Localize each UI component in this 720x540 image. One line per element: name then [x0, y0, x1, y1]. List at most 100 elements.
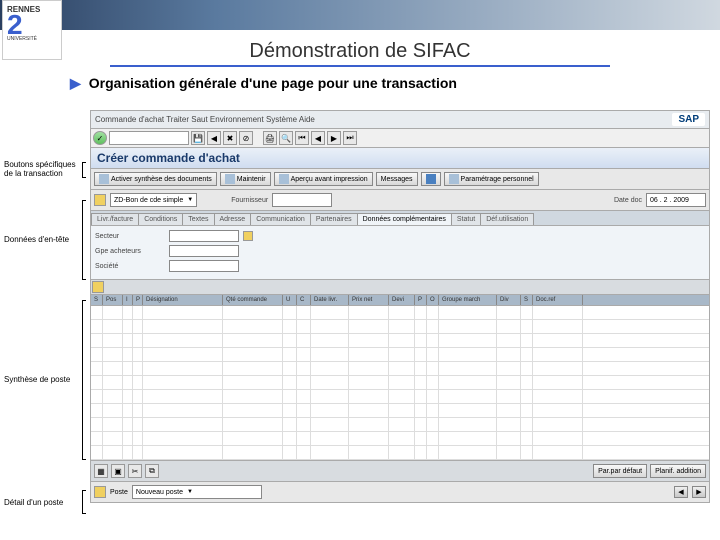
print-preview-button[interactable]: Aperçu avant impression [274, 172, 373, 186]
tool-icon[interactable]: ⧉ [145, 464, 159, 478]
item-prev-icon[interactable]: ◀ [674, 486, 688, 498]
brace-icon [82, 490, 86, 514]
tab-4[interactable]: Communication [250, 213, 311, 225]
item-next-icon[interactable]: ▶ [692, 486, 706, 498]
date-input[interactable] [646, 193, 706, 207]
tool-icon[interactable]: ▣ [111, 464, 125, 478]
grid-col-header[interactable]: Date livr. [311, 295, 349, 305]
grid-col-header[interactable]: Prix net [349, 295, 389, 305]
next-page-icon[interactable]: ▶ [327, 131, 341, 145]
info-icon [426, 174, 436, 184]
find-icon[interactable]: 🔍 [279, 131, 293, 145]
back-icon[interactable]: ◀ [207, 131, 221, 145]
field-label: Gpe acheteurs [95, 248, 165, 255]
pencil-icon [225, 174, 235, 184]
table-row[interactable] [91, 404, 709, 418]
sap-logo: SAP [672, 113, 705, 126]
table-row[interactable] [91, 446, 709, 460]
tool-icon[interactable]: ▦ [94, 464, 108, 478]
transaction-button-bar: Activer synthèse des documents Maintenir… [90, 169, 710, 190]
slide-title: Démonstration de SIFAC [0, 40, 720, 63]
command-field[interactable] [109, 131, 189, 145]
table-row[interactable] [91, 390, 709, 404]
group-input[interactable] [169, 245, 239, 257]
annotation-detail: Détail d'un poste [4, 498, 84, 507]
slide-header-strip [0, 0, 720, 30]
tab-1[interactable]: Conditions [138, 213, 183, 225]
enter-icon[interactable]: ✓ [93, 131, 107, 145]
default-params-button[interactable]: Par.par défaut [593, 464, 647, 478]
messages-button[interactable]: Messages [376, 172, 418, 186]
expand-header-icon[interactable] [94, 194, 106, 206]
field-label: Société [95, 263, 165, 270]
menu-bar: Commande d'achat Traiter Saut Environnem… [90, 110, 710, 129]
maintain-button[interactable]: Maintenir [220, 172, 271, 186]
vendor-label: Fournisseur [231, 197, 268, 204]
table-row[interactable] [91, 306, 709, 320]
title-block: Démonstration de SIFAC [0, 40, 720, 67]
date-label: Date doc [614, 197, 642, 204]
grid-col-header[interactable]: U [283, 295, 297, 305]
prev-page-icon[interactable]: ◀ [311, 131, 325, 145]
addl-planning-button[interactable]: Planif. addition [650, 464, 706, 478]
grid-col-header[interactable]: Pos [103, 295, 123, 305]
table-row[interactable] [91, 418, 709, 432]
print-icon[interactable]: 🖨 [263, 131, 277, 145]
tab-8[interactable]: Déf.utilisation [480, 213, 534, 225]
tab-7[interactable]: Statut [451, 213, 481, 225]
save-icon[interactable]: 💾 [191, 131, 205, 145]
grid-col-header[interactable]: Doc.ref [533, 295, 583, 305]
vendor-input[interactable] [272, 193, 332, 207]
grid-col-header[interactable]: Div [497, 295, 521, 305]
table-row[interactable] [91, 376, 709, 390]
sector-input[interactable] [169, 230, 239, 242]
chevron-down-icon: ▼ [187, 197, 193, 203]
brace-icon [82, 300, 86, 460]
grid-col-header[interactable]: C [297, 295, 311, 305]
grid-col-header[interactable]: P [415, 295, 427, 305]
rennes-logo: RENNES 2 UNIVERSITÉ [2, 0, 62, 60]
overview-button[interactable]: Activer synthèse des documents [94, 172, 217, 186]
table-row[interactable] [91, 320, 709, 334]
tab-0[interactable]: Livr./facture [91, 213, 139, 225]
personal-settings-button[interactable]: Paramétrage personnel [444, 172, 539, 186]
cancel-icon[interactable]: ⊘ [239, 131, 253, 145]
last-page-icon[interactable]: ⏭ [343, 131, 357, 145]
grid-col-header[interactable]: S [521, 295, 533, 305]
tab-3[interactable]: Adresse [214, 213, 252, 225]
brace-icon [82, 200, 86, 280]
help-icon[interactable] [243, 231, 253, 241]
item-dropdown[interactable]: Nouveau poste▼ [132, 485, 262, 499]
expand-items-icon[interactable] [92, 281, 104, 293]
grid-col-header[interactable]: Qté commande [223, 295, 283, 305]
grid-col-header[interactable]: Groupe march [439, 295, 497, 305]
annotation-header-data: Données d'en-tête [4, 235, 84, 244]
doc-type-dropdown[interactable]: ZD-Bon de cde simple▼ [110, 193, 197, 207]
tab-2[interactable]: Textes [182, 213, 214, 225]
table-row[interactable] [91, 348, 709, 362]
grid-col-header[interactable]: P [133, 295, 143, 305]
item-detail-toolbar: ▦ ▣ ✂ ⧉ Par.par défaut Planif. addition [90, 461, 710, 482]
grid-col-header[interactable]: O [427, 295, 439, 305]
grid-col-header[interactable]: I [123, 295, 133, 305]
tab-6[interactable]: Données complémentaires [357, 213, 452, 225]
first-page-icon[interactable]: ⏮ [295, 131, 309, 145]
gear-icon [449, 174, 459, 184]
company-input[interactable] [169, 260, 239, 272]
exit-icon[interactable]: ✖ [223, 131, 237, 145]
tab-5[interactable]: Partenaires [310, 213, 358, 225]
info-icon-button[interactable] [421, 172, 441, 186]
menu-items[interactable]: Commande d'achat Traiter Saut Environnem… [95, 115, 315, 124]
table-row[interactable] [91, 432, 709, 446]
table-row[interactable] [91, 362, 709, 376]
system-toolbar: ✓ 💾 ◀ ✖ ⊘ 🖨 🔍 ⏮ ◀ ▶ ⏭ [90, 129, 710, 148]
expand-detail-icon[interactable] [94, 486, 106, 498]
chevron-down-icon: ▼ [187, 489, 193, 495]
table-row[interactable] [91, 334, 709, 348]
grid-col-header[interactable]: S [91, 295, 103, 305]
grid-col-header[interactable]: Désignation [143, 295, 223, 305]
grid-col-header[interactable]: Devi [389, 295, 415, 305]
annotation-synthesis: Synthèse de poste [4, 375, 84, 384]
tool-icon[interactable]: ✂ [128, 464, 142, 478]
annotation-buttons: Boutons spécifiques de la transaction [4, 160, 84, 178]
